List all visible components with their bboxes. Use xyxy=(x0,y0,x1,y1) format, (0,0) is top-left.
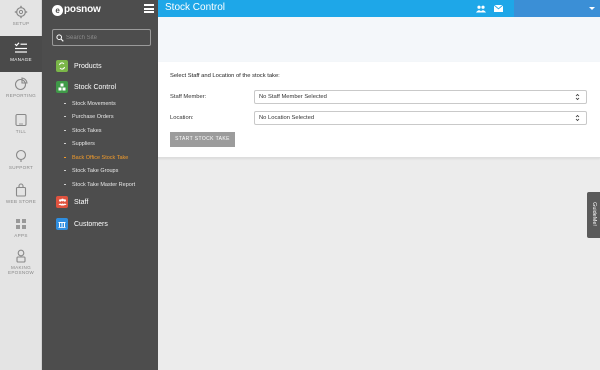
start-stock-take-button[interactable]: START STOCK TAKE xyxy=(170,132,235,147)
sub-item-label: Back Office Stock Take xyxy=(72,155,129,161)
customers-building-icon xyxy=(56,218,68,230)
panel-heading: Select Staff and Location of the stock t… xyxy=(170,73,280,79)
guideme-label: GuideMe! xyxy=(591,202,597,226)
staff-member-select[interactable]: No Staff Member Selected xyxy=(254,90,587,104)
nav-staff-label: Staff xyxy=(74,198,89,206)
sub-item-label: Stock Movements xyxy=(72,101,116,107)
sub-item-suppliers[interactable]: Suppliers xyxy=(64,139,95,149)
search-box xyxy=(52,29,151,46)
staff-member-label: Staff Member: xyxy=(170,94,207,100)
staff-member-value: No Staff Member Selected xyxy=(259,94,327,100)
rail-item-manage[interactable]: MANAGE xyxy=(0,36,42,72)
rail-item-web-store[interactable]: WEB STORE xyxy=(0,178,42,214)
staff-people-icon xyxy=(56,196,68,208)
rail-label-apps: APPS xyxy=(14,233,28,238)
sub-item-back-office-stock-take[interactable]: Back Office Stock Take xyxy=(64,153,128,163)
nav-customers[interactable]: Customers xyxy=(56,217,108,231)
nav-stock-control-label: Stock Control xyxy=(74,83,117,91)
apps-grid-icon xyxy=(16,219,26,229)
hamburger-menu-icon[interactable] xyxy=(144,4,154,13)
rail-label-support: SUPPORT xyxy=(8,165,34,170)
select-arrows-icon xyxy=(575,93,580,101)
eposnow-logo[interactable]: e posnow xyxy=(52,4,101,16)
nav-products-label: Products xyxy=(74,62,102,70)
stock-boxes-icon xyxy=(56,81,68,93)
pie-chart-icon xyxy=(14,77,28,91)
sub-item-stock-movements[interactable]: Stock Movements xyxy=(64,99,116,109)
rail-item-till[interactable]: TILL xyxy=(0,108,42,144)
rail-item-apps[interactable]: APPS xyxy=(0,212,42,248)
nav-customers-label: Customers xyxy=(74,220,108,228)
rail-label-web-store: WEB STORE xyxy=(5,199,37,204)
chevron-down-icon xyxy=(589,7,595,10)
nav-staff[interactable]: Staff xyxy=(56,195,88,209)
nav-products[interactable]: Products xyxy=(56,59,102,73)
guideme-tab[interactable]: GuideMe! xyxy=(587,192,600,238)
tablet-icon xyxy=(15,113,27,127)
top-icons xyxy=(476,5,503,13)
logo-e: e xyxy=(52,5,63,16)
checklist-icon xyxy=(14,42,27,53)
sub-item-label: Purchase Orders xyxy=(72,114,114,120)
person-icon xyxy=(16,249,26,263)
rail-label-manage: MANAGE xyxy=(10,57,32,62)
user-menu-dropdown[interactable] xyxy=(514,0,600,17)
sub-item-stock-take-master-report[interactable]: Stock Take Master Report xyxy=(64,180,135,190)
gear-icon xyxy=(14,5,28,19)
sub-item-purchase-orders[interactable]: Purchase Orders xyxy=(64,112,114,122)
rail-item-making-eposnow[interactable]: MAKING EPOSNOW xyxy=(0,244,42,280)
sub-item-label: Suppliers xyxy=(72,141,95,147)
rail-item-support[interactable]: SUPPORT xyxy=(0,144,42,180)
sub-item-label: Stock Take Master Report xyxy=(72,182,136,188)
sub-item-label: Stock Takes xyxy=(72,128,102,134)
nav-stock-control[interactable]: Stock Control xyxy=(56,80,116,94)
headset-icon xyxy=(15,149,27,162)
page-title: Stock Control xyxy=(165,2,226,13)
sub-item-label: Stock Take Groups xyxy=(72,168,119,174)
sidebar: eposnow Products Stock Control Stock Mov… xyxy=(42,0,158,370)
search-icon xyxy=(56,34,64,42)
products-icon xyxy=(56,60,68,72)
rail-label-till: TILL xyxy=(15,129,27,134)
location-label: Location: xyxy=(170,115,194,121)
rail-label-eposnow: EPOSNOW xyxy=(7,270,35,275)
rail-item-setup[interactable]: SETUP xyxy=(0,0,42,36)
location-value: No Location Selected xyxy=(259,115,315,121)
sub-item-stock-takes[interactable]: Stock Takes xyxy=(64,126,102,136)
logo-text: posnow xyxy=(64,4,101,15)
rail-label-setup: SETUP xyxy=(12,21,30,26)
users-icon[interactable] xyxy=(476,5,486,13)
mail-icon[interactable] xyxy=(494,5,503,12)
select-arrows-icon xyxy=(575,114,580,122)
rail-label-reporting: REPORTING xyxy=(6,93,36,98)
sub-item-stock-take-groups[interactable]: Stock Take Groups xyxy=(64,166,118,176)
location-select[interactable]: No Location Selected xyxy=(254,111,587,125)
top-bar: Stock Control xyxy=(158,0,600,17)
shopping-bag-icon xyxy=(15,183,27,197)
page-subheader xyxy=(158,17,600,62)
search-input[interactable] xyxy=(66,33,148,43)
stock-take-panel: Select Staff and Location of the stock t… xyxy=(158,62,600,158)
rail-item-reporting[interactable]: REPORTING xyxy=(0,72,42,108)
app-rail: SETUP MANAGE REPORTING TILL SUPPORT WEB … xyxy=(0,0,42,370)
